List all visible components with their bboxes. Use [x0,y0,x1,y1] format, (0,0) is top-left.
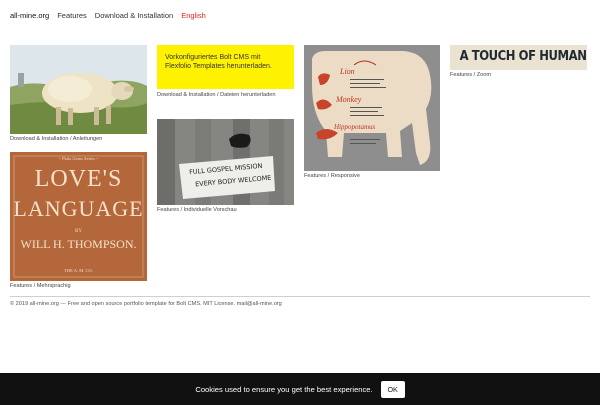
sign-photo-image[interactable]: FULL GOSPEL MISSION EVERY BODY WELCOME [157,119,294,205]
sign-photo-illustration [157,119,294,205]
menu-monkey: Monkey [336,95,362,104]
book-author: WILL H. THOMPSON. [20,237,137,251]
humanity-caption[interactable]: Features / Zoom [450,71,491,80]
humanity-banner-image[interactable]: A TOUCH OF HUMANITY. [450,45,587,70]
footer-text: © 2019 all-mine.org --- Free and open so… [10,301,282,307]
promo-text: Vorkonfiguriertes Bolt CMS mit Flexfolio… [165,54,272,70]
promo-caption[interactable]: Download & Installation / Dateien herunt… [157,91,293,100]
sheep-illustration [10,45,147,134]
brand-link[interactable]: all-mine.org [10,11,49,20]
nav-features[interactable]: Features [57,11,87,20]
language-switch[interactable]: English [181,11,206,20]
cookie-message: Cookies used to ensure you get the best … [195,384,373,394]
book-title-line1: LOVE'S [34,166,123,192]
elephant-caption[interactable]: Features / Responsive [304,172,360,181]
elephant-menu-image[interactable]: Lion Monkey Hippopotamus [304,45,440,171]
sign-caption[interactable]: Features / Individuelle Vorschau [157,206,237,215]
book-title-line2: LANGUAGE [13,196,144,221]
book-caption[interactable]: Features / Mehrsprachig [10,282,71,291]
sheep-caption[interactable]: Download & Installation / Anleitungen [10,135,102,144]
menu-hippo: Hippopotamus [334,123,376,131]
cookie-ok-button[interactable]: OK [380,380,405,398]
nav-download[interactable]: Download & Installation [95,11,173,20]
promo-box[interactable]: Vorkonfiguriertes Bolt CMS mit Flexfolio… [157,45,294,89]
menu-lion: Lion [340,67,355,76]
sheep-image[interactable] [10,45,147,134]
humanity-text: A TOUCH OF HUMANITY. [459,48,587,64]
elephant-menu-illustration [304,45,440,171]
top-nav: all-mine.org Features Download & Install… [10,9,214,21]
book-top-text: ~ Phila Gems Series ~ [58,156,99,161]
book-by: BY [75,229,82,234]
footer-divider [10,296,590,297]
book-cover-image[interactable]: ~ Phila Gems Series ~ LOVE'S LANGUAGE BY… [10,152,147,281]
cookie-banner: Cookies used to ensure you get the best … [0,373,600,405]
book-publisher: THE A. M. CO. [64,268,93,273]
